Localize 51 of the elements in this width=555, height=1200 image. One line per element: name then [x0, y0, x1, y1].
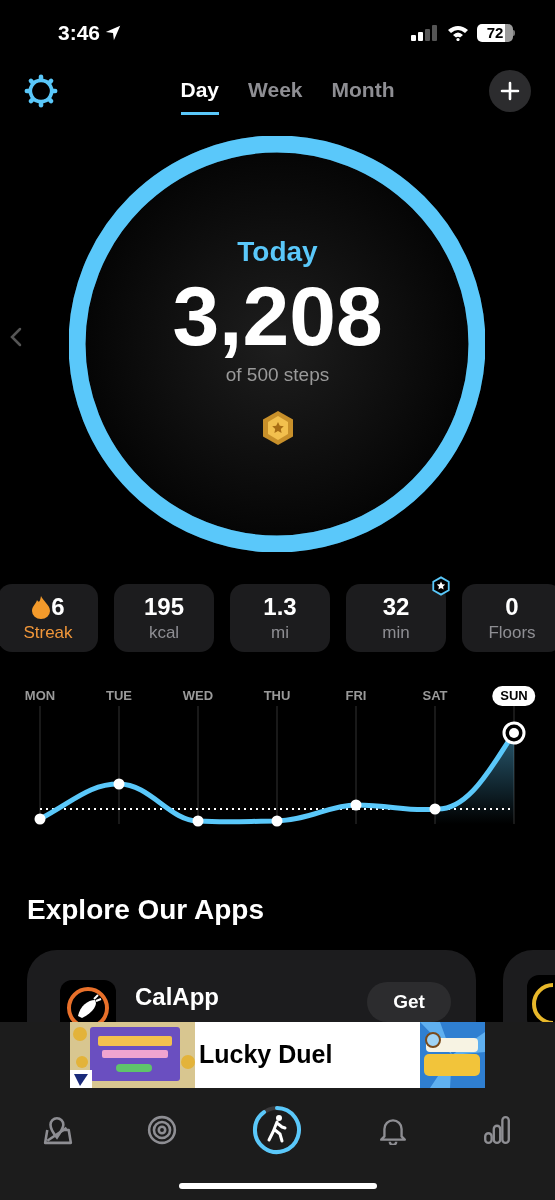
data-point — [113, 778, 125, 790]
section-heading: Explore Our Apps — [26, 893, 265, 927]
add-button[interactable] — [489, 70, 531, 112]
day-label[interactable]: FRI — [345, 686, 367, 706]
stat-label: Floors — [488, 622, 536, 644]
stat-label: min — [382, 622, 410, 644]
today-label: Today — [237, 235, 318, 269]
stat-value: 0 — [505, 592, 519, 622]
stat-value: 32 — [382, 592, 410, 622]
ad-banner[interactable]: Lucky Duel — [70, 1022, 485, 1088]
day-label[interactable]: TUE — [106, 686, 132, 706]
get-button[interactable]: Get — [367, 982, 451, 1022]
star-badge-icon — [431, 576, 451, 596]
tab[interactable]: Month — [331, 67, 395, 115]
data-point — [350, 799, 362, 811]
tab[interactable]: Week — [248, 67, 303, 115]
step-count: 3,208 — [172, 272, 383, 360]
battery-indicator: 72 — [477, 24, 513, 42]
chevron-left-icon[interactable] — [9, 326, 23, 348]
data-point — [429, 803, 441, 815]
data-point — [192, 815, 204, 827]
stat-label: Streak — [23, 622, 73, 644]
ad-title: Lucky Duel — [199, 1039, 333, 1071]
day-label[interactable]: SAT — [422, 686, 448, 706]
target-icon[interactable] — [147, 1115, 178, 1145]
data-point — [34, 813, 46, 825]
status-time: 3:46 — [58, 20, 101, 47]
stat-value: 6 — [51, 592, 65, 622]
flame-icon — [31, 595, 52, 619]
step-goal: of 500 steps — [225, 363, 330, 387]
day-label[interactable]: SUN — [492, 686, 536, 706]
walking-person-icon[interactable] — [251, 1104, 304, 1156]
map-pin-icon[interactable] — [43, 1115, 74, 1145]
day-label[interactable]: MON — [24, 686, 56, 706]
medal-icon — [260, 410, 295, 446]
settings-icon[interactable] — [24, 74, 58, 108]
tab[interactable]: Day — [180, 67, 220, 115]
stat-value: 1.3 — [263, 592, 297, 622]
stat-value: 195 — [143, 592, 184, 622]
day-label[interactable]: THU — [263, 686, 291, 706]
current-point — [502, 721, 526, 745]
day-label[interactable]: WED — [182, 686, 214, 706]
bar-chart-icon[interactable] — [481, 1115, 512, 1145]
location-arrow-icon — [104, 24, 123, 42]
app-name: CalApp — [135, 982, 220, 1012]
signal-icon — [411, 25, 439, 41]
stat-label: kcal — [148, 622, 180, 644]
data-point — [271, 815, 283, 827]
stat-label: mi — [271, 622, 289, 644]
wifi-icon — [447, 25, 469, 41]
plus-icon — [500, 81, 520, 101]
